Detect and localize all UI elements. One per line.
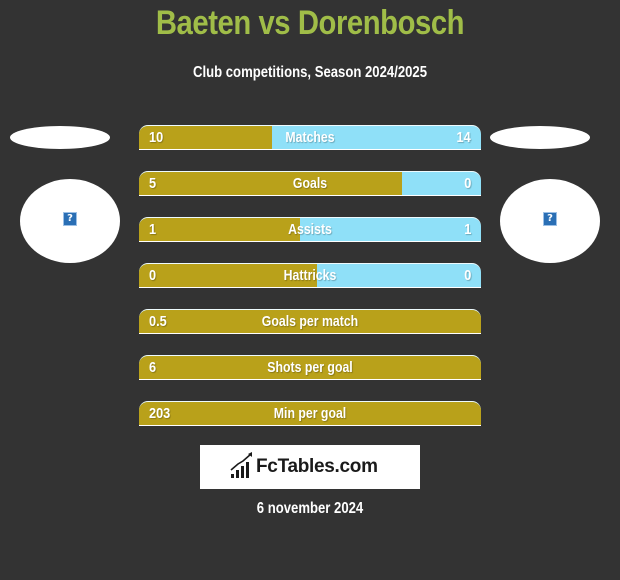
stat-label: Shots per goal bbox=[267, 359, 353, 376]
left-value: 0.5 bbox=[149, 313, 167, 330]
right-player-name-placeholder bbox=[490, 126, 590, 149]
right-player-avatar[interactable]: ? bbox=[500, 179, 600, 263]
stat-row-assists: 1 Assists 1 bbox=[139, 217, 481, 242]
stat-row-goals: 5 Goals 0 bbox=[139, 171, 481, 196]
stat-label: Hattricks bbox=[283, 267, 337, 284]
right-value: 14 bbox=[456, 129, 471, 146]
stat-label: Goals bbox=[292, 175, 328, 192]
page-title: Baeten vs Dorenbosch bbox=[155, 4, 465, 42]
stat-label: Goals per match bbox=[261, 313, 359, 330]
right-value: 1 bbox=[463, 221, 471, 238]
left-player-avatar[interactable]: ? bbox=[20, 179, 120, 263]
stat-row-shots-per-goal: 6 Shots per goal bbox=[139, 355, 481, 380]
stat-row-goals-per-match: 0.5 Goals per match bbox=[139, 309, 481, 334]
left-value: 0 bbox=[149, 267, 157, 284]
stat-row-hattricks: 0 Hattricks 0 bbox=[139, 263, 481, 288]
left-value: 10 bbox=[149, 129, 164, 146]
stat-label: Assists bbox=[288, 221, 332, 238]
stat-label: Matches bbox=[285, 129, 335, 146]
left-value: 5 bbox=[149, 175, 157, 192]
fctables-logo[interactable]: FcTables.com bbox=[200, 445, 420, 489]
stat-row-matches: 10 Matches 14 bbox=[139, 125, 481, 150]
left-player-name-placeholder bbox=[10, 126, 110, 149]
missing-image-icon: ? bbox=[63, 212, 77, 226]
stat-label: Min per goal bbox=[273, 405, 347, 422]
left-value: 203 bbox=[149, 405, 171, 422]
report-date: 6 november 2024 bbox=[256, 500, 364, 517]
stat-row-min-per-goal: 203 Min per goal bbox=[139, 401, 481, 426]
bar-chart-trend-icon bbox=[230, 452, 252, 478]
logo-text: FcTables.com bbox=[256, 456, 378, 477]
left-value: 1 bbox=[149, 221, 157, 238]
right-value: 0 bbox=[463, 175, 471, 192]
right-value: 0 bbox=[463, 267, 471, 284]
competition-subtitle: Club competitions, Season 2024/2025 bbox=[192, 64, 428, 81]
missing-image-icon: ? bbox=[543, 212, 557, 226]
left-value: 6 bbox=[149, 359, 157, 376]
